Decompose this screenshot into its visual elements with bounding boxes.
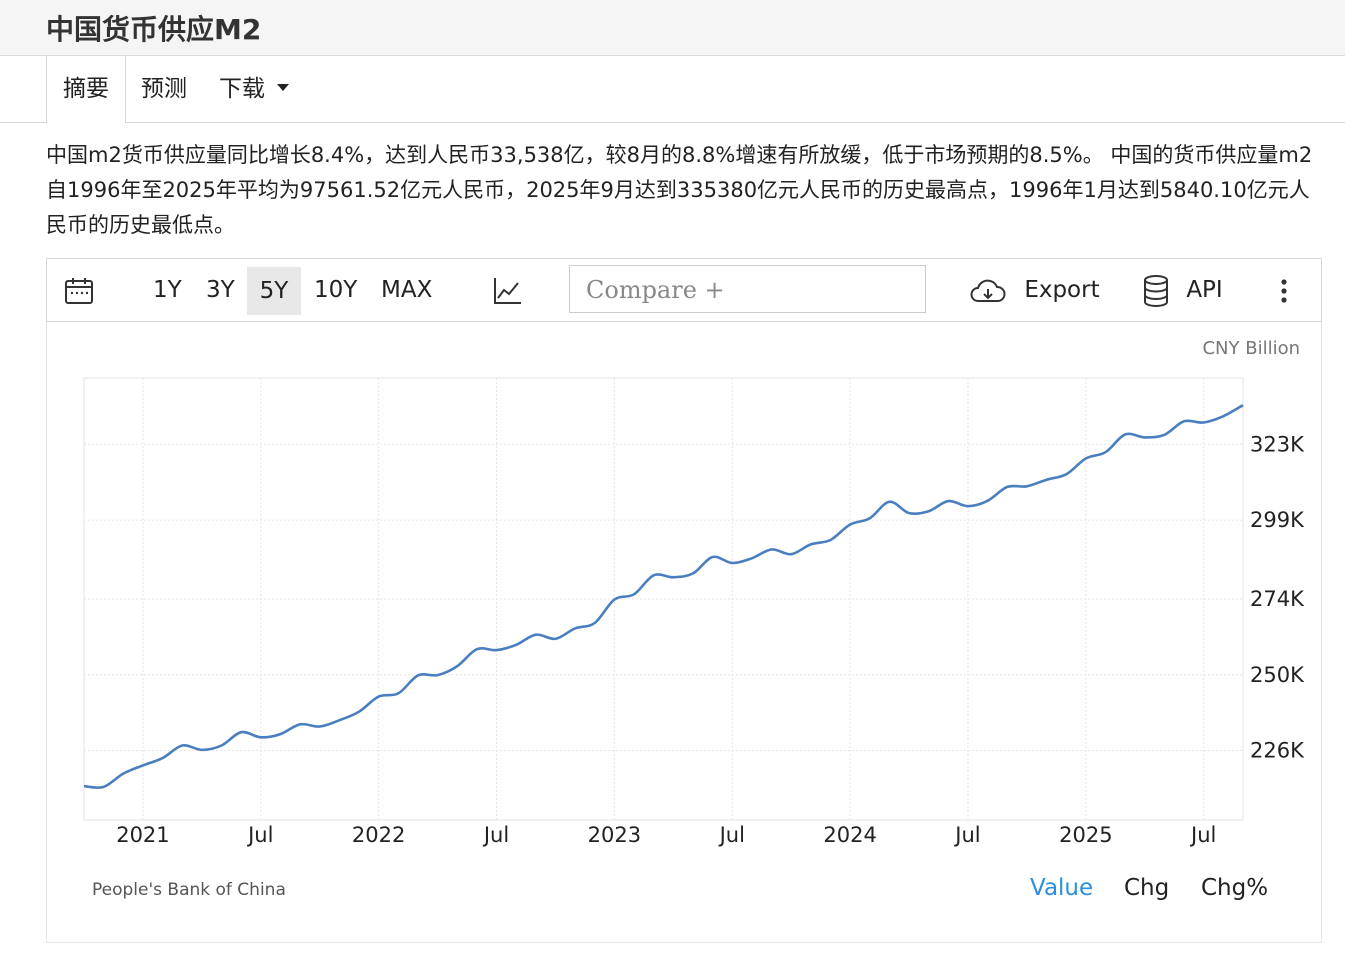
api-label: API — [1186, 277, 1223, 303]
range-3y-button[interactable]: 3Y — [206, 259, 235, 321]
summary-text: 中国m2货币供应量同比增长8.4%，达到人民币33,538亿，较8月的8.8%增… — [46, 143, 1313, 237]
tab-summary[interactable]: 摘要 — [46, 56, 126, 123]
line-chart-icon — [494, 277, 521, 304]
x-tick-label: Jul — [482, 823, 509, 847]
chart-panel: CNY Billion 226K 250K 274K 299K 323K 2021 Jul 20… — [46, 322, 1322, 943]
tab-summary-label: 摘要 — [63, 76, 109, 102]
tab-bar: 摘要 预测 下载 — [0, 56, 1345, 123]
y-tick-label: 250K — [1250, 663, 1305, 687]
calendar-button[interactable] — [64, 259, 94, 321]
range-max-button[interactable]: MAX — [381, 259, 432, 321]
tab-download[interactable]: 下载 — [219, 56, 289, 122]
x-tick-label: 2024 — [823, 823, 876, 847]
page-header: 中国货币供应M2 — [0, 0, 1345, 56]
x-tick-label: Jul — [953, 823, 980, 847]
x-tick-label: 2025 — [1059, 823, 1112, 847]
tab-download-label: 下载 — [219, 76, 265, 102]
range-10y-button[interactable]: 10Y — [314, 259, 357, 321]
tab-forecast[interactable]: 预测 — [141, 56, 187, 122]
view-value-button[interactable]: Value — [1030, 875, 1093, 901]
y-tick-label: 226K — [1250, 739, 1305, 763]
view-chgpct-button[interactable]: Chg% — [1201, 875, 1268, 901]
range-1y-button[interactable]: 1Y — [153, 259, 182, 321]
x-tick-label: 2023 — [588, 823, 641, 847]
more-options-button[interactable] — [1279, 259, 1289, 321]
range-5y-button[interactable]: 5Y — [247, 267, 301, 315]
m2-line-chart[interactable]: CNY Billion 226K 250K 274K 299K 323K 2021 Jul 20… — [47, 322, 1321, 862]
x-tick-label: Jul — [1189, 823, 1216, 847]
y-tick-label: 274K — [1250, 587, 1305, 611]
y-tick-label: 323K — [1250, 432, 1305, 456]
database-icon — [1144, 274, 1168, 307]
unit-label: CNY Billion — [1202, 338, 1300, 359]
more-vertical-icon — [1281, 278, 1287, 303]
view-chg-button[interactable]: Chg — [1124, 875, 1169, 901]
series-line — [83, 404, 1244, 789]
x-tick-label: Jul — [246, 823, 273, 847]
compare-input[interactable]: Compare + — [569, 265, 926, 313]
chart-toolbar: 1Y 3Y 5Y 10Y MAX Compare + Export API — [46, 258, 1322, 322]
caret-down-icon — [277, 84, 289, 91]
chart-type-button[interactable] — [493, 259, 523, 321]
export-label: Export — [1024, 277, 1100, 303]
x-tick-label: 2022 — [352, 823, 405, 847]
x-tick-label: Jul — [718, 823, 745, 847]
data-source: People's Bank of China — [92, 880, 286, 900]
x-tick-label: 2021 — [116, 823, 169, 847]
export-button[interactable]: Export — [969, 259, 1100, 321]
calendar-icon — [65, 277, 93, 304]
api-button[interactable]: API — [1143, 259, 1223, 321]
page-title: 中国货币供应M2 — [46, 13, 262, 46]
tab-forecast-label: 预测 — [141, 76, 187, 102]
cloud-download-icon — [970, 279, 1006, 302]
y-tick-label: 299K — [1250, 508, 1305, 532]
